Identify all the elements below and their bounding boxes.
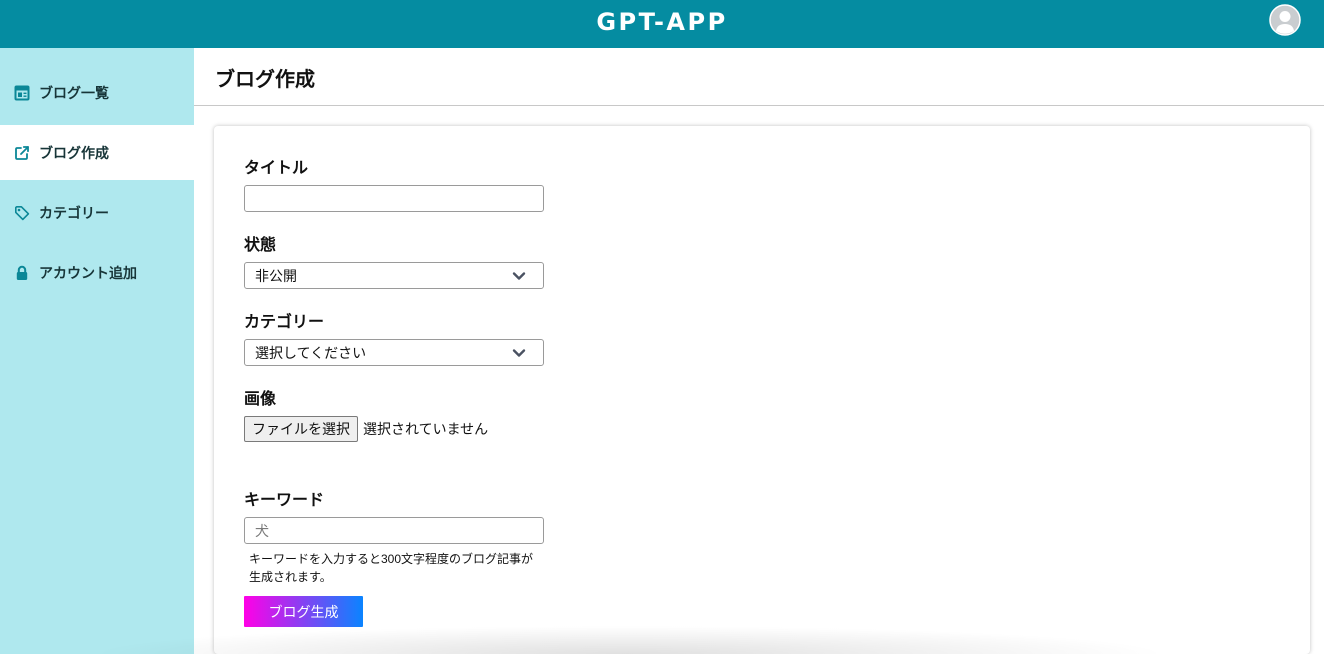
- category-select[interactable]: 選択してください: [244, 339, 544, 366]
- sidebar-item-label: ブログ作成: [39, 144, 109, 161]
- category-select-wrapper: 選択してください: [244, 339, 544, 366]
- sidebar: ブログ一覧 ブログ作成 カテゴリー アカウント追加: [0, 48, 194, 654]
- image-file-input: ファイルを選択 選択されていません: [244, 416, 1280, 442]
- app-title: GPT-APP: [596, 8, 728, 36]
- title-label: タイトル: [244, 160, 309, 177]
- main-content: ブログ作成 タイトル 状態 非公開 カテゴリー 選択してください 画像 ファイル…: [194, 48, 1324, 654]
- user-avatar-icon[interactable]: [1269, 4, 1301, 36]
- edit-icon: [14, 145, 30, 161]
- status-select[interactable]: 非公開: [244, 262, 544, 289]
- sidebar-item-label: アカウント追加: [39, 264, 137, 281]
- generate-blog-button[interactable]: ブログ生成: [244, 596, 363, 627]
- title-input[interactable]: [244, 185, 544, 212]
- sidebar-item-blog-list[interactable]: ブログ一覧: [0, 65, 194, 120]
- sidebar-item-category[interactable]: カテゴリー: [0, 185, 194, 240]
- page-title-bar: ブログ作成: [194, 48, 1324, 106]
- tag-icon: [14, 205, 30, 221]
- sidebar-item-blog-create[interactable]: ブログ作成: [0, 125, 194, 180]
- sidebar-item-label: カテゴリー: [39, 204, 109, 221]
- status-label: 状態: [244, 237, 277, 254]
- keyword-help-text: キーワードを入力すると300文字程度のブログ記事が生成されます。: [249, 552, 534, 584]
- image-label: 画像: [244, 391, 277, 408]
- list-icon: [14, 85, 30, 101]
- top-header: GPT-APP: [0, 0, 1324, 48]
- blog-create-form-card: タイトル 状態 非公開 カテゴリー 選択してください 画像 ファイルを選択 選択…: [214, 126, 1310, 654]
- keyword-input[interactable]: [244, 517, 544, 544]
- category-label: カテゴリー: [244, 314, 325, 331]
- sidebar-item-add-account[interactable]: アカウント追加: [0, 245, 194, 300]
- choose-file-button[interactable]: ファイルを選択: [244, 416, 358, 442]
- lock-icon: [14, 265, 30, 281]
- status-select-wrapper: 非公開: [244, 262, 544, 289]
- file-status-text: 選択されていません: [363, 421, 489, 437]
- page-title: ブログ作成: [215, 69, 315, 91]
- sidebar-item-label: ブログ一覧: [39, 84, 109, 101]
- keyword-label: キーワード: [244, 492, 325, 509]
